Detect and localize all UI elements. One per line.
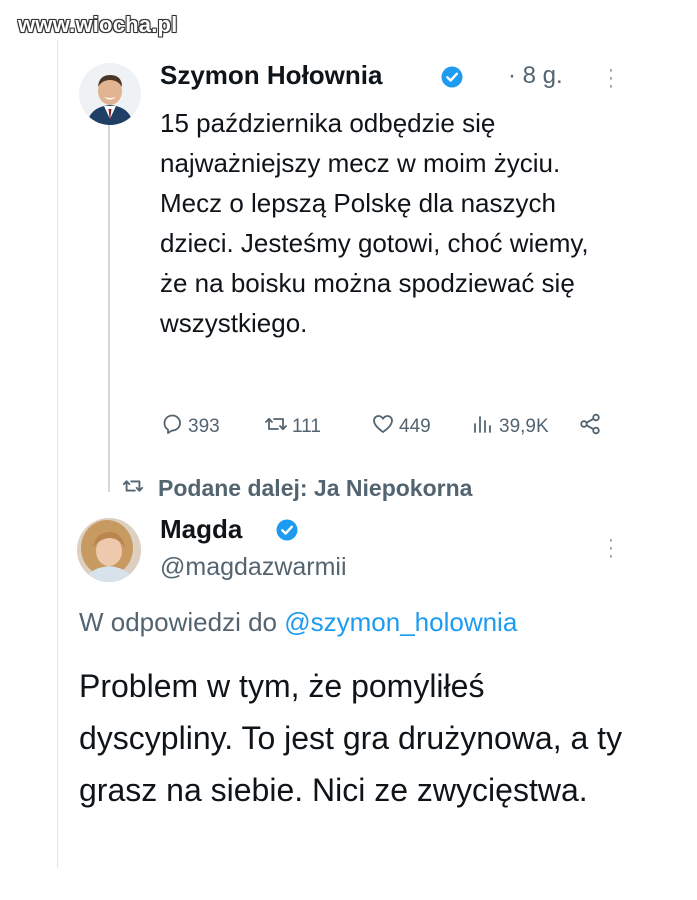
retweeted-by-label: Podane dalej: Ja Niepokorna [158,475,473,501]
more-options-icon[interactable]: · · · [606,530,616,566]
reply-icon [160,412,184,442]
views-button[interactable]: 39,9K [471,412,549,442]
thread-border [57,40,58,868]
tweet-actions: 393 111 449 39,9K [0,412,697,440]
tweet-timestamp[interactable]: · 8 g. [508,62,563,90]
reply-text: Problem w tym, że pomyliłeś dyscypliny. … [79,668,623,808]
retweet-icon [264,412,288,442]
views-icon [471,412,495,442]
author-name[interactable]: Szymon Hołownia [160,60,382,91]
tweet-text: 15 października odbędzie się najważniejs… [160,108,589,338]
share-icon [578,412,602,442]
more-options-icon[interactable]: · · · [606,60,616,96]
retweet-label-icon [122,475,144,502]
verified-badge-icon [441,66,463,88]
retweet-button[interactable]: 111 [264,412,321,442]
retweeted-by-row[interactable]: Podane dalej: Ja Niepokorna [122,475,472,502]
reply-author-name[interactable]: Magda [160,514,242,545]
heart-icon [371,412,395,442]
reply-button[interactable]: 393 [160,412,220,442]
retweet-count: 111 [292,416,321,437]
share-button[interactable] [578,412,602,442]
reply-author-handle[interactable]: @magdazwarmii [160,553,347,582]
replying-to-handle-link[interactable]: @szymon_holownia [284,607,517,637]
like-button[interactable]: 449 [371,412,431,442]
replying-to-line: W odpowiedzi do @szymon_holownia [79,607,517,638]
views-count: 39,9K [499,416,549,437]
verified-badge-icon [276,519,298,541]
replying-to-prefix: W odpowiedzi do [79,607,277,637]
like-count: 449 [399,416,431,437]
author-avatar[interactable] [79,63,141,125]
reply-author-avatar[interactable] [77,518,141,582]
reply-count: 393 [188,416,220,437]
site-watermark: www.wiocha.pl [18,12,178,37]
